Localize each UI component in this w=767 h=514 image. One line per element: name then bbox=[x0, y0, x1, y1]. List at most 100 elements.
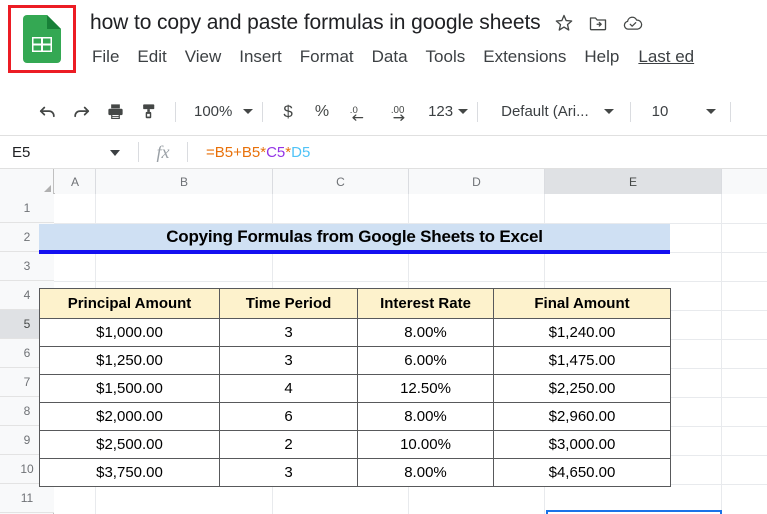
cell-d7[interactable]: 12.50% bbox=[358, 375, 494, 403]
cell-b9[interactable]: $2,500.00 bbox=[40, 431, 220, 459]
chevron-down-icon bbox=[604, 109, 614, 114]
cell-c7[interactable]: 4 bbox=[220, 375, 358, 403]
table-header-final-amount[interactable]: Final Amount bbox=[494, 289, 671, 319]
table-row: $1,000.00 3 8.00% $1,240.00 bbox=[40, 319, 671, 347]
name-box[interactable]: E5 bbox=[0, 136, 138, 168]
cell-d5[interactable]: 8.00% bbox=[358, 319, 494, 347]
move-to-folder-icon[interactable] bbox=[588, 13, 608, 33]
zoom-dropdown[interactable]: 100% bbox=[194, 103, 253, 120]
cell-d8[interactable]: 8.00% bbox=[358, 403, 494, 431]
gridline bbox=[54, 281, 767, 282]
print-icon[interactable] bbox=[101, 98, 129, 126]
cell-d10[interactable]: 8.00% bbox=[358, 459, 494, 487]
number-format-label: 123 bbox=[428, 103, 453, 120]
table-header-principal-amount[interactable]: Principal Amount bbox=[40, 289, 220, 319]
title-action-icons bbox=[554, 13, 644, 33]
sheet-title-text: Copying Formulas from Google Sheets to E… bbox=[166, 227, 543, 247]
cell-b8[interactable]: $2,000.00 bbox=[40, 403, 220, 431]
google-sheets-window: how to copy and paste formulas in google… bbox=[0, 0, 767, 514]
decrease-decimal-icon[interactable]: .0 bbox=[347, 98, 375, 126]
currency-format-button[interactable]: $ bbox=[283, 102, 292, 122]
table-row: $2,000.00 6 8.00% $2,960.00 bbox=[40, 403, 671, 431]
number-format-dropdown[interactable]: 123 bbox=[428, 103, 468, 120]
cell-e7[interactable]: $2,250.00 bbox=[494, 375, 671, 403]
data-table[interactable]: Principal Amount Time Period Interest Ra… bbox=[39, 288, 671, 487]
column-header-row: A B C D E bbox=[0, 169, 767, 194]
toolbar: 100% $ % .0 .00 123 Default (Ari... bbox=[0, 88, 767, 136]
column-header-a[interactable]: A bbox=[55, 169, 96, 194]
fx-icon: fx bbox=[139, 142, 187, 163]
table-header-interest-rate[interactable]: Interest Rate bbox=[358, 289, 494, 319]
menu-item-tools[interactable]: Tools bbox=[417, 47, 475, 67]
menu-item-format[interactable]: Format bbox=[291, 47, 363, 67]
name-box-value: E5 bbox=[12, 144, 30, 161]
row-header-1[interactable]: 1 bbox=[0, 194, 54, 223]
select-all-corner[interactable] bbox=[0, 169, 54, 194]
table-row: $3,750.00 3 8.00% $4,650.00 bbox=[40, 459, 671, 487]
star-icon[interactable] bbox=[554, 13, 574, 33]
paint-format-icon[interactable] bbox=[135, 98, 163, 126]
row-header-11[interactable]: 11 bbox=[0, 484, 54, 513]
formula-divider-2 bbox=[187, 142, 188, 162]
chevron-down-icon bbox=[458, 109, 468, 114]
font-size-value: 10 bbox=[652, 103, 669, 120]
cell-d6[interactable]: 6.00% bbox=[358, 347, 494, 375]
formula-input[interactable]: =B5+B5*C5*D5 bbox=[206, 144, 310, 161]
menu-item-help[interactable]: Help bbox=[575, 47, 628, 67]
menu-item-extensions[interactable]: Extensions bbox=[474, 47, 575, 67]
cell-c9[interactable]: 2 bbox=[220, 431, 358, 459]
document-title-row: how to copy and paste formulas in google… bbox=[90, 6, 644, 40]
undo-icon[interactable] bbox=[33, 98, 61, 126]
cell-b5[interactable]: $1,000.00 bbox=[40, 319, 220, 347]
google-sheets-logo[interactable] bbox=[23, 15, 61, 63]
menu-item-edit[interactable]: Edit bbox=[128, 47, 175, 67]
font-family-value: Default (Ari... bbox=[501, 103, 589, 120]
toolbar-divider-1 bbox=[175, 102, 176, 122]
menu-item-view[interactable]: View bbox=[176, 47, 231, 67]
cell-e9[interactable]: $3,000.00 bbox=[494, 431, 671, 459]
cell-b6[interactable]: $1,250.00 bbox=[40, 347, 220, 375]
document-title[interactable]: how to copy and paste formulas in google… bbox=[90, 11, 541, 35]
menu-bar: File Edit View Insert Format Data Tools … bbox=[90, 42, 694, 72]
menu-item-file[interactable]: File bbox=[90, 47, 128, 67]
last-edit-link[interactable]: Last ed bbox=[638, 47, 694, 67]
percent-format-button[interactable]: % bbox=[315, 103, 329, 121]
table-row: $1,500.00 4 12.50% $2,250.00 bbox=[40, 375, 671, 403]
cell-b10[interactable]: $3,750.00 bbox=[40, 459, 220, 487]
cell-c10[interactable]: 3 bbox=[220, 459, 358, 487]
menu-item-data[interactable]: Data bbox=[363, 47, 417, 67]
cell-e10[interactable]: $4,650.00 bbox=[494, 459, 671, 487]
toolbar-divider-5 bbox=[730, 102, 731, 122]
table-header-time-period[interactable]: Time Period bbox=[220, 289, 358, 319]
app-header: how to copy and paste formulas in google… bbox=[0, 0, 767, 88]
cell-b7[interactable]: $1,500.00 bbox=[40, 375, 220, 403]
svg-text:.00: .00 bbox=[391, 104, 405, 115]
gridline bbox=[721, 194, 722, 514]
toolbar-divider-4 bbox=[630, 102, 631, 122]
column-header-c[interactable]: C bbox=[273, 169, 409, 194]
menu-item-insert[interactable]: Insert bbox=[230, 47, 291, 67]
row-header-3[interactable]: 3 bbox=[0, 252, 54, 281]
cell-c6[interactable]: 3 bbox=[220, 347, 358, 375]
font-size-dropdown[interactable]: 10 bbox=[652, 103, 717, 120]
toolbar-divider-2 bbox=[262, 102, 263, 122]
column-header-f[interactable] bbox=[722, 169, 767, 194]
svg-text:.0: .0 bbox=[350, 104, 358, 115]
table-row: $2,500.00 2 10.00% $3,000.00 bbox=[40, 431, 671, 459]
formula-bar: E5 fx =B5+B5*C5*D5 bbox=[0, 136, 767, 169]
increase-decimal-icon[interactable]: .00 bbox=[389, 98, 417, 126]
font-family-dropdown[interactable]: Default (Ari... bbox=[501, 103, 614, 120]
cell-c8[interactable]: 6 bbox=[220, 403, 358, 431]
chevron-down-icon bbox=[110, 150, 120, 156]
column-header-e[interactable]: E bbox=[545, 169, 722, 194]
redo-icon[interactable] bbox=[67, 98, 95, 126]
cell-c5[interactable]: 3 bbox=[220, 319, 358, 347]
cell-e6[interactable]: $1,475.00 bbox=[494, 347, 671, 375]
cell-d9[interactable]: 10.00% bbox=[358, 431, 494, 459]
column-header-b[interactable]: B bbox=[96, 169, 273, 194]
column-header-d[interactable]: D bbox=[409, 169, 545, 194]
cloud-saved-icon[interactable] bbox=[622, 13, 644, 33]
cell-e8[interactable]: $2,960.00 bbox=[494, 403, 671, 431]
cell-e5[interactable]: $1,240.00 bbox=[494, 319, 671, 347]
sheet-title-banner[interactable]: Copying Formulas from Google Sheets to E… bbox=[39, 224, 670, 254]
